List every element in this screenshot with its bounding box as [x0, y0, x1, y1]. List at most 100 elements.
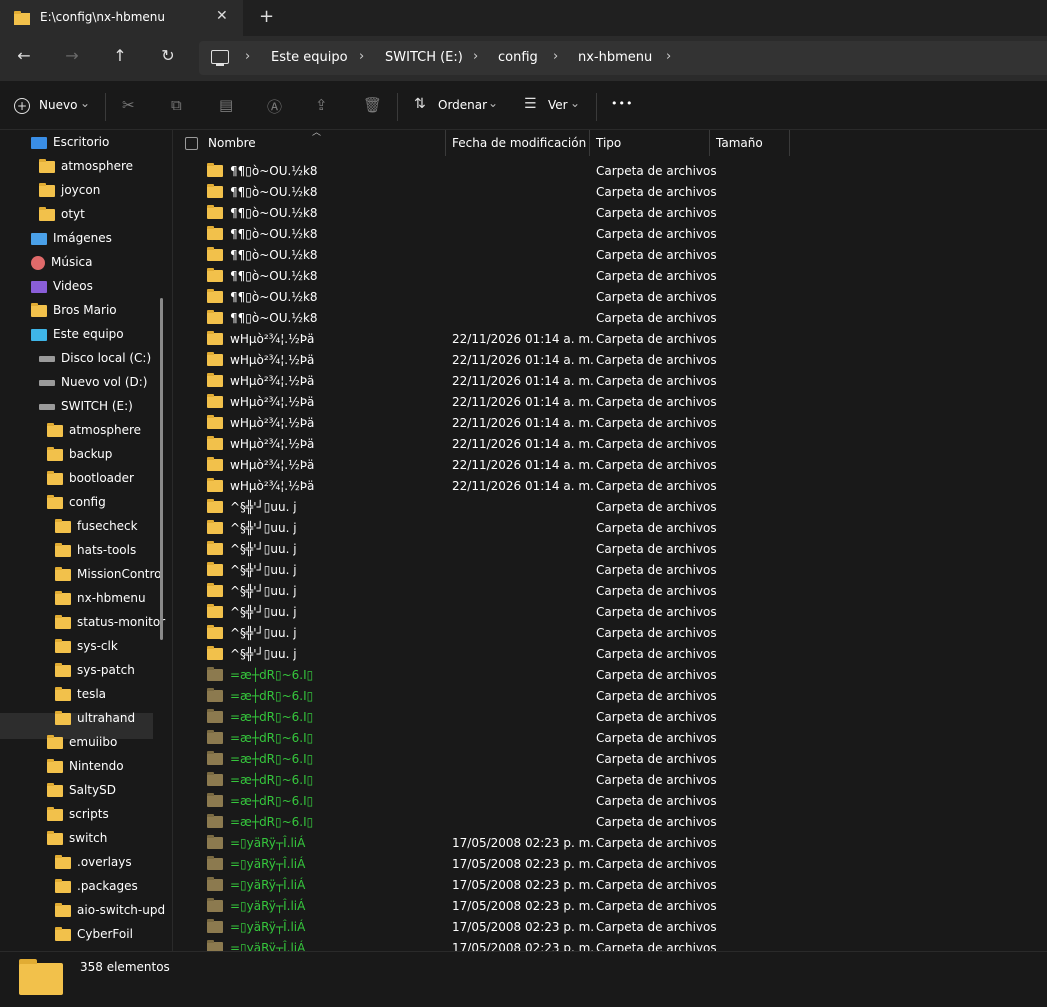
file-row[interactable]: wHµò²¾¦.½Þä 22/11/2026 01:14 a. m. Carpeta… — [173, 392, 1047, 413]
file-row[interactable]: ^§╬'┘▯uu. j Carpeta de archivos — [173, 644, 1047, 665]
column-date-header[interactable]: Fecha de modificación — [452, 136, 586, 150]
sidebar-item[interactable]: hats-tools — [55, 538, 136, 562]
file-row[interactable]: ¶¶▯ò~OU.½k8 Carpeta de archivos — [173, 182, 1047, 203]
file-row[interactable]: ^§╬'┘▯uu. j Carpeta de archivos — [173, 560, 1047, 581]
file-row[interactable]: =æ┼dR▯~6.I▯ Carpeta de archivos — [173, 686, 1047, 707]
column-divider[interactable] — [789, 130, 790, 156]
file-row[interactable]: ^§╬'┘▯uu. j Carpeta de archivos — [173, 539, 1047, 560]
select-all-checkbox[interactable] — [185, 137, 198, 150]
sidebar-item[interactable]: bootloader — [47, 466, 134, 490]
paste-icon[interactable]: ▤ — [219, 96, 233, 114]
file-row[interactable]: ¶¶▯ò~OU.½k8 Carpeta de archivos — [173, 308, 1047, 329]
file-row[interactable]: ¶¶▯ò~OU.½k8 Carpeta de archivos — [173, 287, 1047, 308]
file-row[interactable]: =▯yäRÿ┬Î.liÁ 17/05/2008 02:23 p. m. Carpet… — [173, 854, 1047, 875]
new-button[interactable]: Nuevo — [39, 98, 77, 112]
copy-icon[interactable]: ⧉ — [171, 96, 182, 114]
breadcrumb-config[interactable]: config — [498, 50, 538, 65]
sidebar-item[interactable]: .packages — [55, 874, 138, 898]
sidebar-item[interactable]: Este equipo — [31, 322, 124, 346]
file-row[interactable]: ^§╬'┘▯uu. j Carpeta de archivos — [173, 581, 1047, 602]
sidebar-item[interactable]: ultrahand — [55, 706, 135, 730]
sidebar-item[interactable]: Imágenes — [31, 226, 112, 250]
sidebar-item[interactable]: emuiibo — [47, 730, 117, 754]
file-row[interactable]: =æ┼dR▯~6.I▯ Carpeta de archivos — [173, 770, 1047, 791]
file-row[interactable]: ^§╬'┘▯uu. j Carpeta de archivos — [173, 518, 1047, 539]
sidebar-item[interactable]: config — [47, 490, 106, 514]
file-row[interactable]: =æ┼dR▯~6.I▯ Carpeta de archivos — [173, 812, 1047, 833]
sidebar-item[interactable]: tesla — [55, 682, 106, 706]
sidebar-item[interactable]: aio-switch-upd — [55, 898, 165, 922]
file-row[interactable]: wHµò²¾¦.½Þä 22/11/2026 01:14 a. m. Carpeta… — [173, 329, 1047, 350]
file-row[interactable]: wHµò²¾¦.½Þä 22/11/2026 01:14 a. m. Carpeta… — [173, 476, 1047, 497]
sidebar-item[interactable]: Videos — [31, 274, 93, 298]
rename-icon[interactable]: Ⓐ — [267, 96, 282, 117]
sidebar-item[interactable]: SaltySD — [47, 778, 116, 802]
file-row[interactable]: =▯yäRÿ┬Î.liÁ 17/05/2008 02:23 p. m. Carpet… — [173, 938, 1047, 951]
more-options-button[interactable]: ••• — [611, 97, 633, 110]
file-row[interactable]: =▯yäRÿ┬Î.liÁ 17/05/2008 02:23 p. m. Carpet… — [173, 875, 1047, 896]
file-row[interactable]: =▯yäRÿ┬Î.liÁ 17/05/2008 02:23 p. m. Carpet… — [173, 833, 1047, 854]
sort-button[interactable]: Ordenar — [438, 98, 487, 112]
file-row[interactable]: ^§╬'┘▯uu. j Carpeta de archivos — [173, 602, 1047, 623]
sidebar-item[interactable]: Nintendo — [47, 754, 124, 778]
sidebar-item[interactable]: Nuevo vol (D:) — [39, 370, 147, 394]
file-row[interactable]: ^§╬'┘▯uu. j Carpeta de archivos — [173, 497, 1047, 518]
sidebar-item[interactable]: otyt — [39, 202, 85, 226]
forward-button[interactable]: → — [60, 46, 84, 65]
sidebar-item[interactable]: atmosphere — [47, 418, 141, 442]
sidebar-item[interactable]: backup — [47, 442, 112, 466]
up-button[interactable]: ↑ — [108, 46, 132, 65]
sidebar-item[interactable]: CyberFoil — [55, 922, 133, 946]
new-tab-button[interactable]: + — [259, 6, 274, 27]
sidebar-item[interactable]: .overlays — [55, 850, 132, 874]
sidebar-item[interactable]: switch — [47, 826, 107, 850]
sidebar-item[interactable]: status-monitor — [55, 610, 165, 634]
file-row[interactable]: wHµò²¾¦.½Þä 22/11/2026 01:14 a. m. Carpeta… — [173, 413, 1047, 434]
sidebar-item[interactable]: nx-hbmenu — [55, 586, 146, 610]
sidebar-item[interactable]: Bros Mario — [31, 298, 117, 322]
view-button[interactable]: Ver — [548, 98, 568, 112]
column-divider[interactable] — [709, 130, 710, 156]
file-row[interactable]: =æ┼dR▯~6.I▯ Carpeta de archivos — [173, 665, 1047, 686]
sidebar-item[interactable]: MissionContro — [55, 562, 162, 586]
breadcrumb-este-equipo[interactable]: Este equipo — [271, 50, 348, 65]
sidebar-item[interactable]: joycon — [39, 178, 100, 202]
breadcrumb-nx-hbmenu[interactable]: nx-hbmenu — [578, 50, 652, 65]
file-row[interactable]: wHµò²¾¦.½Þä 22/11/2026 01:14 a. m. Carpeta… — [173, 371, 1047, 392]
file-row[interactable]: =▯yäRÿ┬Î.liÁ 17/05/2008 02:23 p. m. Carpet… — [173, 896, 1047, 917]
tab-close-icon[interactable]: ✕ — [216, 8, 228, 24]
file-row[interactable]: =æ┼dR▯~6.I▯ Carpeta de archivos — [173, 791, 1047, 812]
file-row[interactable]: wHµò²¾¦.½Þä 22/11/2026 01:14 a. m. Carpeta… — [173, 350, 1047, 371]
file-row[interactable]: wHµò²¾¦.½Þä 22/11/2026 01:14 a. m. Carpeta… — [173, 434, 1047, 455]
delete-icon[interactable]: 🗑 — [363, 96, 382, 114]
sidebar-item[interactable]: scripts — [47, 802, 109, 826]
cut-icon[interactable]: ✂ — [122, 96, 135, 114]
file-row[interactable]: =æ┼dR▯~6.I▯ Carpeta de archivos — [173, 728, 1047, 749]
sidebar-item[interactable]: Escritorio — [31, 130, 109, 154]
file-row[interactable]: =▯yäRÿ┬Î.liÁ 17/05/2008 02:23 p. m. Carpet… — [173, 917, 1047, 938]
file-row[interactable]: ^§╬'┘▯uu. j Carpeta de archivos — [173, 623, 1047, 644]
sidebar-item[interactable]: atmosphere — [39, 154, 133, 178]
file-row[interactable]: ¶¶▯ò~OU.½k8 Carpeta de archivos — [173, 161, 1047, 182]
column-divider[interactable] — [445, 130, 446, 156]
sidebar-item[interactable]: sys-clk — [55, 634, 118, 658]
sidebar-scrollbar[interactable] — [160, 298, 163, 640]
sidebar-item[interactable]: sys-patch — [55, 658, 135, 682]
sidebar-item[interactable]: fusecheck — [55, 514, 138, 538]
back-button[interactable]: ← — [12, 46, 36, 65]
sidebar-item[interactable]: Música — [31, 250, 93, 274]
file-row[interactable]: =æ┼dR▯~6.I▯ Carpeta de archivos — [173, 749, 1047, 770]
file-row[interactable]: ¶¶▯ò~OU.½k8 Carpeta de archivos — [173, 203, 1047, 224]
file-row[interactable]: ¶¶▯ò~OU.½k8 Carpeta de archivos — [173, 245, 1047, 266]
column-divider[interactable] — [589, 130, 590, 156]
file-row[interactable]: ¶¶▯ò~OU.½k8 Carpeta de archivos — [173, 224, 1047, 245]
sidebar-item[interactable]: SWITCH (E:) — [39, 394, 133, 418]
sidebar-item[interactable]: Disco local (C:) — [39, 346, 151, 370]
breadcrumb-switch-drive[interactable]: SWITCH (E:) — [385, 50, 463, 65]
column-name-header[interactable]: Nombre — [208, 136, 256, 150]
file-row[interactable]: =æ┼dR▯~6.I▯ Carpeta de archivos — [173, 707, 1047, 728]
column-type-header[interactable]: Tipo — [596, 136, 621, 150]
file-row[interactable]: ¶¶▯ò~OU.½k8 Carpeta de archivos — [173, 266, 1047, 287]
file-row[interactable]: wHµò²¾¦.½Þä 22/11/2026 01:14 a. m. Carpeta… — [173, 455, 1047, 476]
refresh-button[interactable]: ↻ — [156, 46, 180, 65]
